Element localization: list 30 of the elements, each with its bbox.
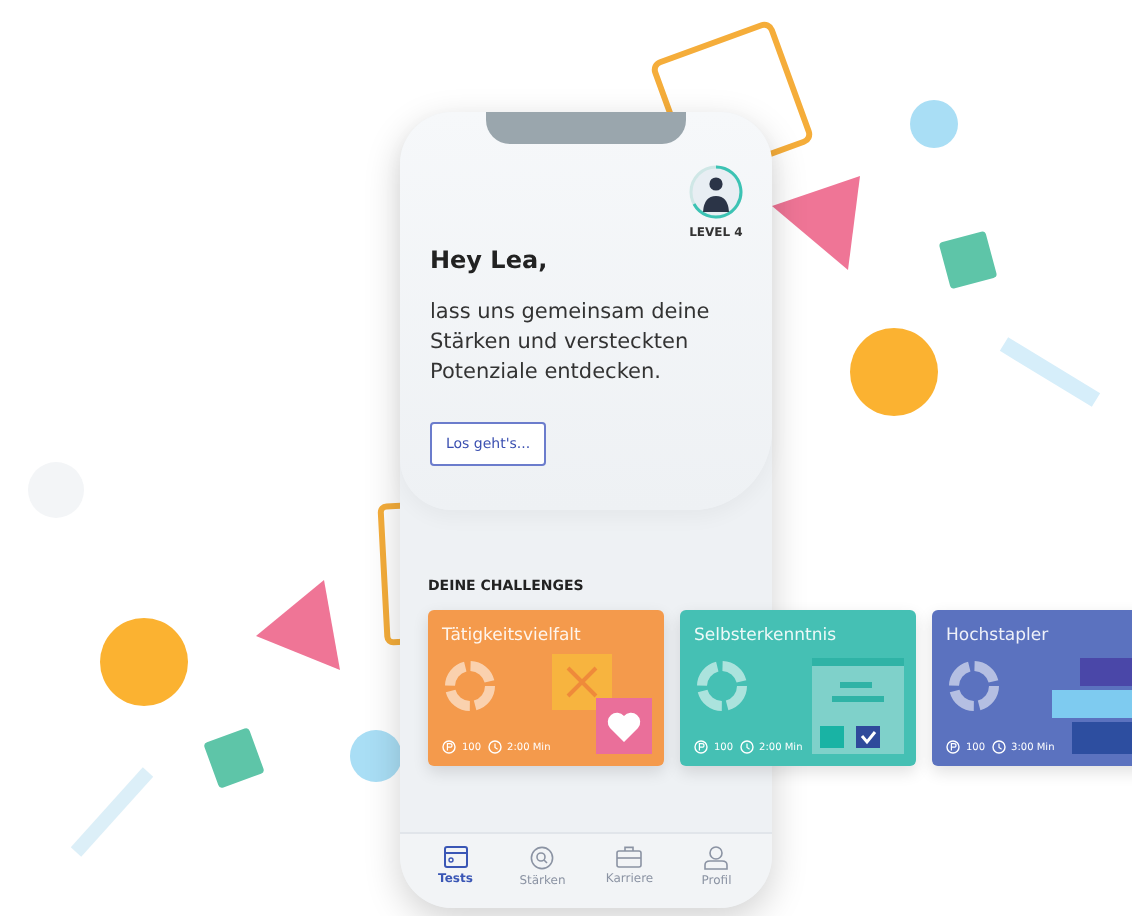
points-icon [946,740,960,754]
profile-icon [704,846,729,870]
clock-icon [487,740,502,754]
bar-shape [999,337,1101,407]
circle-shape [850,328,938,416]
greeting-title: Hey Lea, [430,246,550,274]
search-icon [530,846,555,870]
choice-drawing [552,654,652,754]
challenge-title: Tätigkeitsvielfalt [442,626,581,646]
avatar-icon[interactable] [688,164,744,220]
points-icon [694,740,708,754]
progress-ring-icon [694,658,750,714]
document-drawing [812,658,904,754]
clock-icon [739,740,754,754]
circle-shape [350,730,402,782]
triangle-shape [772,176,860,270]
clock-icon [991,740,1006,754]
circle-shape [910,100,958,148]
challenge-title: Selbsterkenntnis [694,626,837,646]
circle-shape [100,618,188,706]
card-icon [443,846,468,868]
progress-ring-icon [442,658,498,714]
bar-shape [70,767,154,857]
briefcase-icon [616,846,643,868]
triangle-shape [256,580,340,670]
challenge-title: Hochstapler [946,626,1049,646]
progress-ring-icon [946,658,1002,714]
points-icon [442,740,456,754]
greeting-message: lass uns gemeinsam deine Stärken und versteckten Potenziale entdecken. [430,298,712,388]
blocks-drawing [1052,658,1132,754]
